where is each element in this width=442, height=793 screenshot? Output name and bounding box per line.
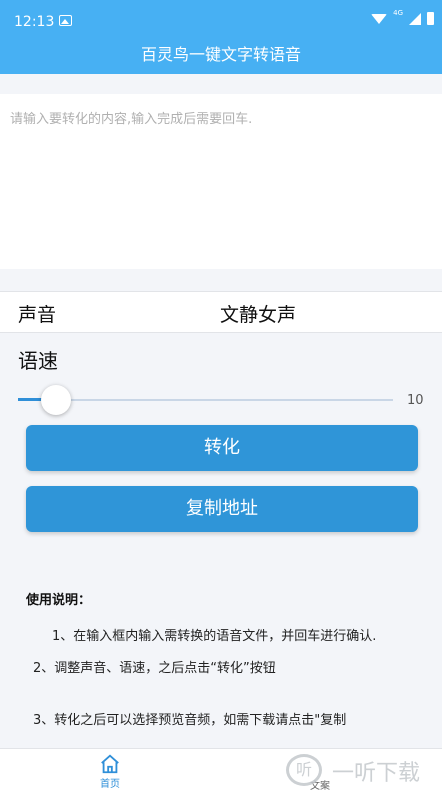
slider-track: [18, 399, 393, 401]
voice-selector[interactable]: 声音 文静女声: [0, 291, 442, 333]
status-bar: 12:13 4G: [0, 0, 442, 44]
copy-address-button[interactable]: 复制地址: [26, 486, 418, 532]
instructions-heading: 使用说明：: [26, 593, 92, 608]
signal-icon: [409, 12, 421, 25]
instruction-item: 2、调整声音、语速，之后点击“转化”按钮: [33, 661, 276, 676]
status-time: 12:13: [14, 14, 55, 30]
image-notification-icon: [59, 15, 72, 26]
instructions-body: 1、在输入框内输入需转换的语音文件，并回车进行确认. 2、调整声音、语速，之后点…: [26, 621, 422, 737]
home-icon: [101, 754, 119, 774]
battery-icon: [427, 12, 434, 25]
convert-button[interactable]: 转化: [26, 425, 418, 471]
instruction-item: 1、在输入框内输入需转换的语音文件，并回车进行确认.: [52, 629, 377, 644]
watermark-text: 一听下载: [332, 761, 421, 786]
tab-home-label: 首页: [100, 779, 120, 790]
system-icons: 4G: [371, 8, 434, 25]
wifi-icon: [371, 13, 388, 24]
tab-home[interactable]: 首页: [80, 753, 140, 790]
network-type-label: 4G: [393, 8, 403, 17]
watermark-logo-icon: 听: [286, 754, 322, 786]
instruction-item: 3、转化之后可以选择预览音频，如需下载请点击"复制: [33, 713, 347, 728]
speed-value: 10: [407, 393, 424, 408]
text-input[interactable]: [0, 94, 442, 269]
app-bar-title: 百灵鸟一键文字转语音: [0, 44, 442, 74]
speed-label: 语速: [18, 349, 58, 373]
speed-slider[interactable]: [18, 385, 393, 415]
instructions-panel: 使用说明： 1、在输入框内输入需转换的语音文件，并回车进行确认. 2、调整声音、…: [26, 589, 422, 749]
voice-label: 声音: [18, 304, 57, 326]
voice-value[interactable]: 文静女声: [220, 300, 296, 327]
slider-thumb[interactable]: [41, 385, 71, 415]
watermark: 听 一听下载: [286, 750, 436, 790]
